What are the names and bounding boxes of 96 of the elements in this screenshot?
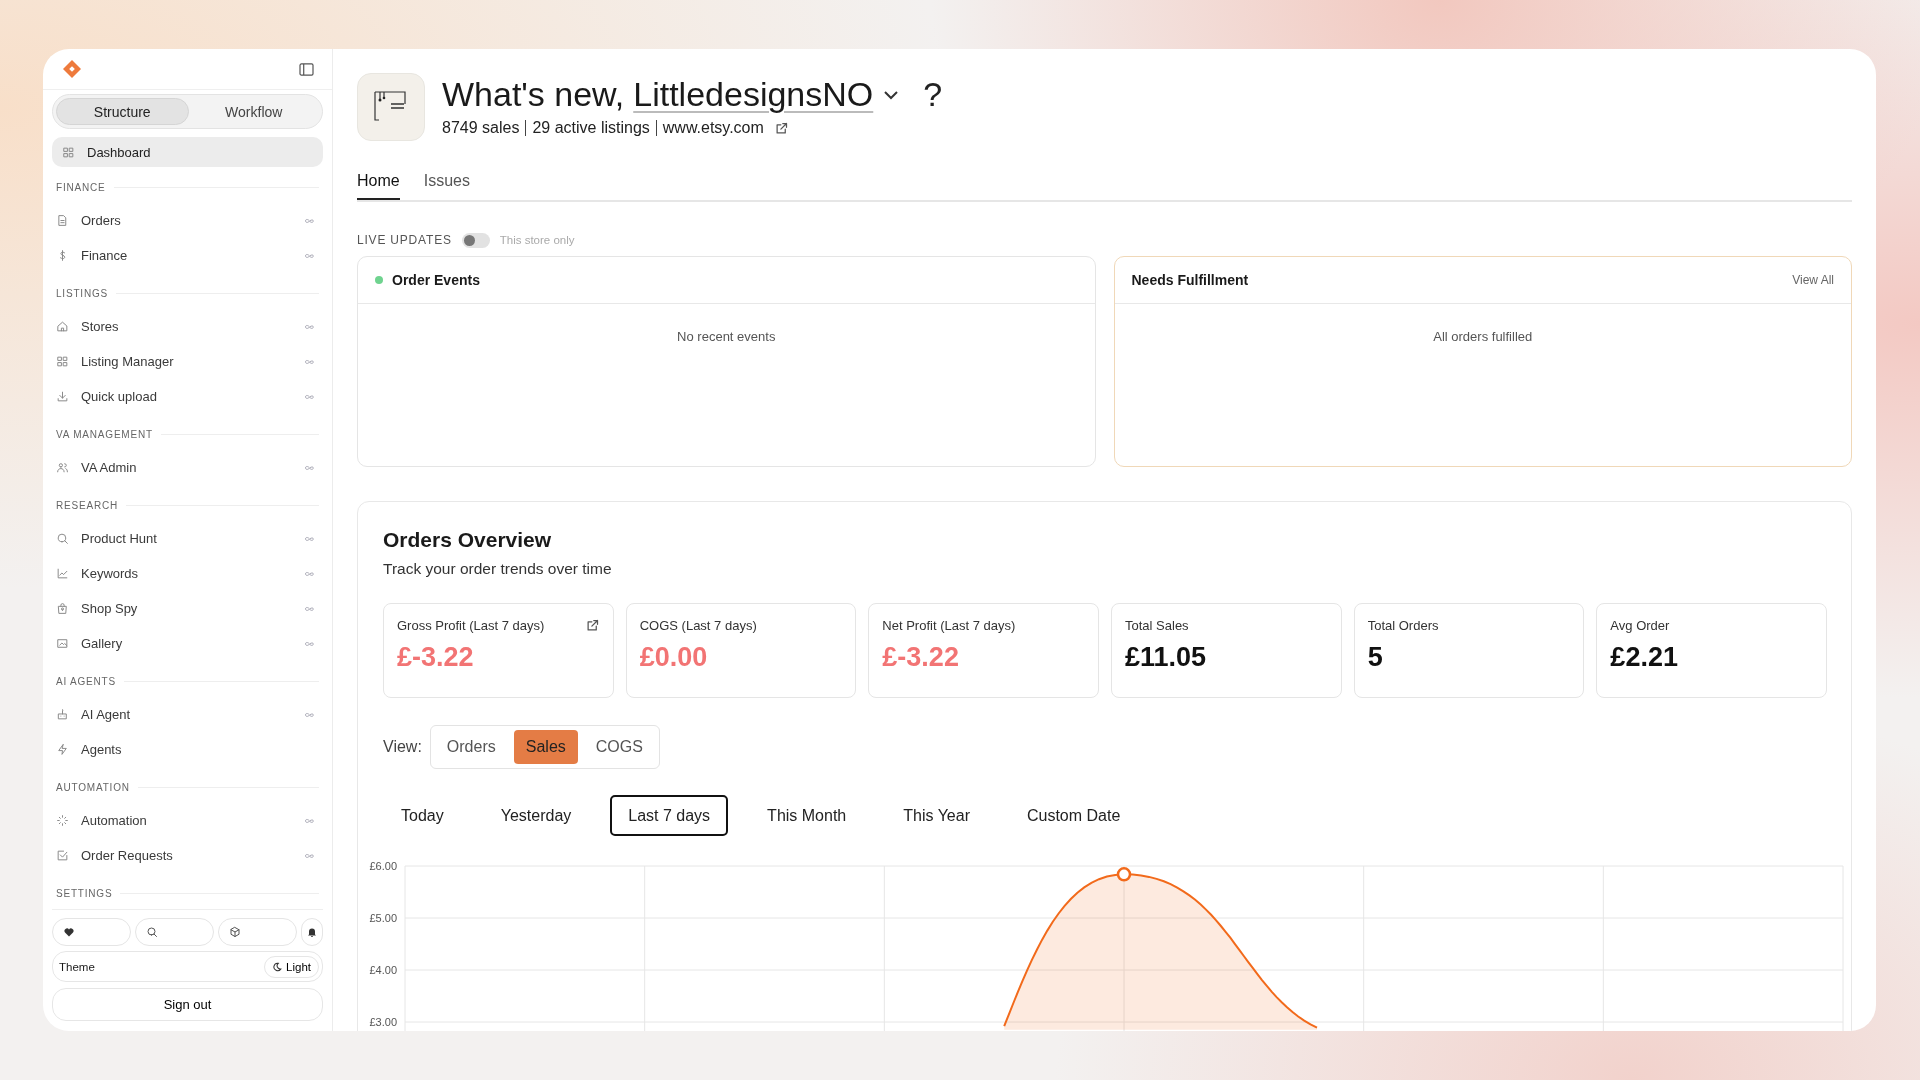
axis-tick-label: £3.00 bbox=[369, 1016, 397, 1028]
nav-item[interactable]: AI Agent bbox=[52, 697, 323, 732]
view-all-link[interactable]: View All bbox=[1792, 273, 1834, 287]
image-icon bbox=[56, 637, 69, 650]
nav-item[interactable]: Stores bbox=[52, 309, 323, 344]
search-icon bbox=[146, 926, 158, 938]
nav-item[interactable]: Shop Spy bbox=[52, 591, 323, 626]
section-subtitle: Track your order trends over time bbox=[383, 560, 613, 578]
nav-item[interactable]: Quick upload bbox=[52, 379, 323, 414]
toggle-hint: This store only bbox=[499, 234, 575, 246]
view-option[interactable]: COGS bbox=[583, 730, 655, 764]
spinner-icon bbox=[56, 814, 69, 827]
view-option[interactable]: Orders bbox=[434, 730, 508, 764]
document-icon bbox=[56, 214, 69, 227]
range-button[interactable]: Custom Date bbox=[1008, 795, 1139, 836]
mode-tab[interactable]: Workflow bbox=[188, 98, 319, 125]
axis-tick-label: £4.00 bbox=[369, 964, 397, 976]
sidebar-toggle-icon[interactable] bbox=[299, 62, 314, 76]
tab[interactable]: Issues bbox=[423, 164, 470, 200]
nav-item[interactable]: Automation bbox=[52, 803, 323, 838]
store-selector[interactable]: LittledesignsNO bbox=[633, 75, 874, 114]
nav-item[interactable]: Order Requests bbox=[52, 838, 323, 873]
metric-value: 5 bbox=[1367, 642, 1384, 673]
nav-item[interactable]: Finance bbox=[52, 238, 323, 273]
nav-item[interactable]: Product Hunt bbox=[52, 521, 323, 556]
house-icon bbox=[56, 320, 69, 333]
metric-value: £-3.22 bbox=[882, 642, 960, 673]
sign-out-button[interactable]: Sign out bbox=[52, 988, 323, 1021]
section-heading: SETTINGS bbox=[56, 887, 113, 899]
page-title: What's new, bbox=[442, 75, 625, 114]
metric-label: Total Orders bbox=[1367, 618, 1439, 633]
metric-label: Total Sales bbox=[1125, 618, 1189, 633]
tab[interactable]: Home bbox=[357, 164, 400, 200]
range-button[interactable]: Yesterday bbox=[482, 795, 590, 836]
icon-button[interactable] bbox=[301, 918, 323, 946]
metric-label: Gross Profit (Last 7 days) bbox=[397, 618, 545, 633]
chart-icon bbox=[56, 567, 69, 580]
download-icon bbox=[56, 390, 69, 403]
robot-icon bbox=[56, 708, 69, 721]
section-heading: VA MANAGEMENT bbox=[56, 428, 153, 440]
nav-item[interactable]: Listing Manager bbox=[52, 344, 323, 379]
metric-value: £0.00 bbox=[639, 642, 709, 673]
section-heading: LISTINGS bbox=[56, 287, 108, 299]
section-heading: AI AGENTS bbox=[56, 675, 116, 687]
section-heading: AUTOMATION bbox=[56, 781, 130, 793]
bell-icon bbox=[306, 926, 318, 938]
nav-item[interactable]: Gallery bbox=[52, 626, 323, 661]
live-updates-label: LIVE UPDATES bbox=[357, 233, 452, 247]
moon-icon bbox=[272, 961, 283, 972]
grid-icon bbox=[62, 145, 75, 159]
panel-title: Order Events bbox=[392, 272, 481, 288]
range-button[interactable]: Last 7 days bbox=[610, 795, 729, 836]
heart-icon bbox=[63, 926, 75, 938]
empty-message: All orders fulfilled bbox=[1433, 329, 1533, 344]
empty-message: No recent events bbox=[677, 329, 776, 344]
section-heading: RESEARCH bbox=[56, 499, 118, 511]
logo-icon bbox=[62, 59, 82, 79]
view-label: View: bbox=[383, 738, 422, 756]
bolt-icon bbox=[56, 743, 69, 756]
stat-text: 29 active listings bbox=[525, 120, 656, 136]
users-icon bbox=[56, 461, 69, 474]
help-button[interactable]: ? bbox=[909, 75, 943, 114]
theme-toggle[interactable]: Light bbox=[264, 955, 319, 978]
search-icon bbox=[56, 532, 69, 545]
stat-text: 8749 sales bbox=[442, 120, 521, 136]
chevron-down-icon[interactable] bbox=[883, 89, 900, 100]
metric-label: Avg Order bbox=[1610, 618, 1670, 633]
metric-value: £2.21 bbox=[1610, 642, 1679, 673]
section-heading: FINANCE bbox=[56, 181, 106, 193]
range-button[interactable]: Today bbox=[383, 795, 462, 836]
metric-label: Net Profit (Last 7 days) bbox=[882, 618, 1016, 633]
panel-title: Needs Fulfillment bbox=[1131, 272, 1250, 288]
nav-item[interactable]: Dashboard bbox=[52, 137, 323, 167]
nav-item[interactable]: Agents bbox=[52, 732, 323, 767]
toggle-switch[interactable] bbox=[461, 232, 490, 248]
store-link[interactable]: www.etsy.com bbox=[655, 120, 770, 136]
range-button[interactable]: This Year bbox=[885, 795, 988, 836]
nav-item[interactable]: Orders bbox=[52, 203, 323, 238]
external-link-icon[interactable] bbox=[773, 120, 789, 136]
mode-tab[interactable]: Structure bbox=[56, 98, 189, 125]
metric-value: £-3.22 bbox=[397, 642, 475, 673]
external-link-icon[interactable] bbox=[584, 618, 600, 633]
section-title: Orders Overview bbox=[383, 528, 553, 552]
view-option[interactable]: Sales bbox=[513, 730, 578, 764]
nav-item[interactable]: Keywords bbox=[52, 556, 323, 591]
theme-label: Theme bbox=[59, 960, 95, 973]
range-button[interactable]: This Month bbox=[749, 795, 865, 836]
metric-value: £11.05 bbox=[1125, 642, 1208, 673]
bag-icon bbox=[56, 602, 69, 615]
grid-icon bbox=[56, 355, 69, 368]
axis-tick-label: £5.00 bbox=[369, 912, 397, 924]
nav-item[interactable]: VA Admin bbox=[52, 450, 323, 485]
axis-tick-label: £6.00 bbox=[369, 860, 397, 872]
checkbox-icon bbox=[56, 849, 69, 862]
metric-label: COGS (Last 7 days) bbox=[639, 618, 757, 633]
cube-icon bbox=[229, 926, 241, 938]
